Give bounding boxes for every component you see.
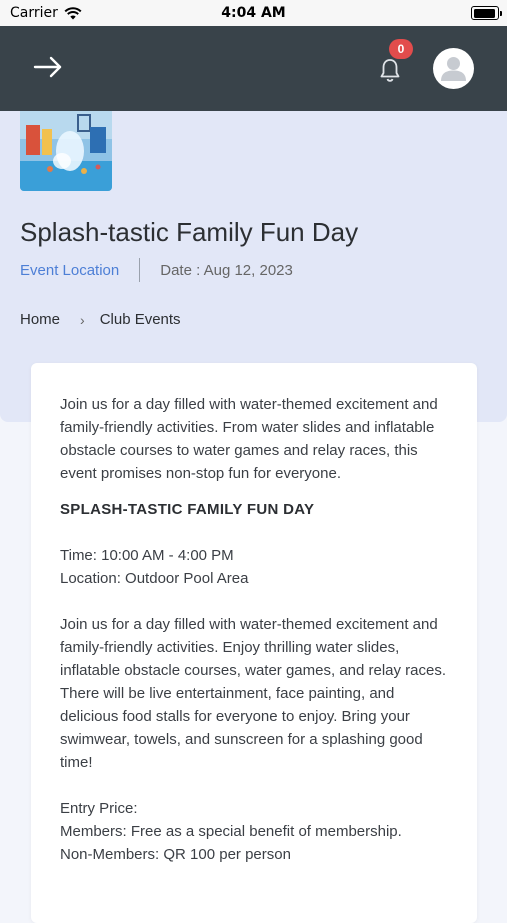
status-bar: Carrier 4:04 AM — [0, 0, 507, 26]
members-price: Members: Free as a special benefit of me… — [60, 823, 402, 840]
event-date: Date : Aug 12, 2023 — [160, 261, 293, 279]
description-heading: SPLASH-TASTIC FAMILY FUN DAY — [60, 501, 315, 518]
breadcrumb-home[interactable]: Home — [20, 311, 60, 328]
breadcrumb-current: Club Events — [99, 311, 181, 328]
arrow-right-icon[interactable] — [32, 55, 64, 79]
chevron-right-icon: › — [80, 311, 85, 328]
battery-icon — [471, 6, 502, 20]
avatar[interactable] — [433, 48, 474, 89]
non-members-price: Non-Members: QR 100 per person — [60, 846, 291, 863]
app-header: 0 — [0, 26, 507, 111]
meta-divider — [139, 258, 141, 282]
event-time: Time: 10:00 AM - 4:00 PM — [60, 547, 234, 564]
notification-badge: 0 — [389, 39, 413, 59]
user-icon — [441, 57, 466, 81]
event-meta: Event Location Date : Aug 12, 2023 — [20, 258, 293, 282]
breadcrumb: Home › Club Events — [20, 311, 181, 328]
status-time: 4:04 AM — [221, 5, 286, 21]
event-description-card: Join us for a day filled with water-them… — [31, 363, 477, 923]
waterpark-image — [20, 111, 112, 191]
event-thumbnail[interactable] — [20, 111, 112, 191]
event-title: Splash-tastic Family Fun Day — [20, 217, 359, 247]
event-location: Location: Outdoor Pool Area — [60, 570, 249, 587]
event-location-link[interactable]: Event Location — [20, 262, 119, 279]
entry-price-label: Entry Price: — [60, 800, 138, 817]
event-description: Join us for a day filled with water-them… — [60, 393, 455, 866]
details-paragraph: Join us for a day filled with water-them… — [60, 616, 447, 771]
intro-paragraph: Join us for a day filled with water-them… — [60, 396, 438, 482]
